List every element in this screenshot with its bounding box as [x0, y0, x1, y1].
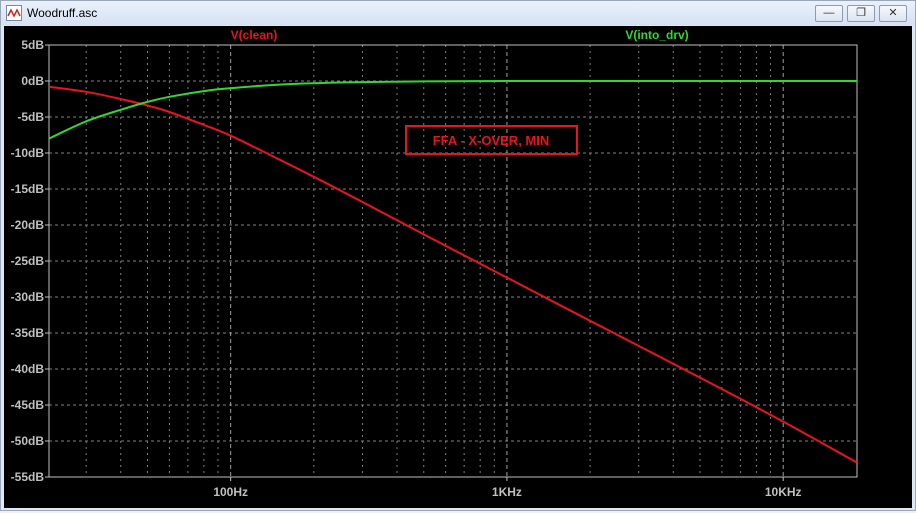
grid-lines — [49, 45, 857, 477]
x-tick-label: 10KHz — [765, 485, 802, 499]
y-axis: 5dB 0dB -5dB -10dB -15dB -20dB -25dB -30dB -35dB… — [11, 38, 49, 484]
y-tick-label: -30dB — [11, 290, 45, 304]
y-tick-label: -45dB — [11, 398, 45, 412]
y-tick-label: -35dB — [11, 326, 45, 340]
app-window: Woodruff.asc — ❐ ✕ 5dB 0dB -5dB -10dB -15dB -… — [0, 0, 916, 511]
annotation-box[interactable]: FFA - X-OVER, MIN — [405, 125, 578, 155]
y-tick-label: -50dB — [11, 434, 45, 448]
close-button[interactable]: ✕ — [879, 5, 907, 22]
y-tick-label: -20dB — [11, 218, 45, 232]
y-tick-label: -10dB — [11, 146, 45, 160]
x-tick-label: 1KHz — [492, 485, 522, 499]
x-axis: 100Hz 1KHz 10KHz — [213, 477, 802, 499]
legend-label[interactable]: V(into_drv) — [625, 28, 688, 42]
trace-vinto_drv — [48, 79, 857, 140]
y-tick-label: -25dB — [11, 254, 45, 268]
x-tick-label: 100Hz — [213, 485, 248, 499]
window-title: Woodruff.asc — [27, 6, 98, 20]
legend-label[interactable]: V(clean) — [231, 28, 278, 42]
y-tick-label: -5dB — [17, 110, 44, 124]
y-tick-label: 0dB — [21, 74, 44, 88]
plot-area[interactable]: 5dB 0dB -5dB -10dB -15dB -20dB -25dB -30dB -35dB… — [4, 26, 912, 508]
y-tick-label: 5dB — [21, 38, 44, 52]
waveform-app-icon — [6, 5, 22, 21]
title-bar[interactable]: Woodruff.asc — ❐ ✕ — [1, 1, 915, 25]
y-tick-label: -15dB — [11, 182, 45, 196]
restore-button[interactable]: ❐ — [847, 5, 875, 22]
y-tick-label: -55dB — [11, 470, 45, 484]
legend: V(clean) V(into_drv) — [231, 28, 689, 42]
minimize-button[interactable]: — — [815, 5, 843, 22]
bode-plot[interactable]: 5dB 0dB -5dB -10dB -15dB -20dB -25dB -30dB -35dB… — [4, 26, 912, 508]
annotation-text: FFA - X-OVER, MIN — [433, 133, 550, 148]
y-tick-label: -40dB — [11, 362, 45, 376]
